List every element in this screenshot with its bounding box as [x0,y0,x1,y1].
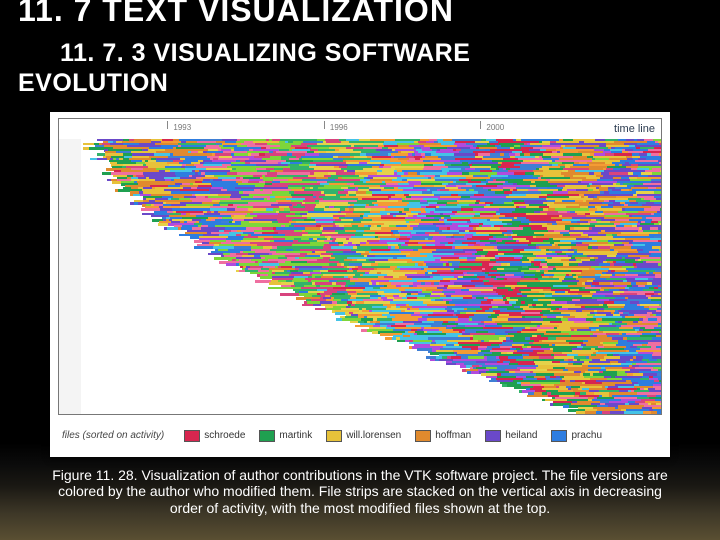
viz-frame: 1993 1996 2000 time line [58,118,662,415]
files-axis-label: files (sorted on activity) [62,430,164,441]
timeline-label: time line [614,123,655,135]
legend-item: heiland [485,430,537,442]
legend-item: martink [259,430,312,442]
legend-swatch [551,430,567,442]
tick-label: 1996 [330,123,348,132]
viz-timeline-header: 1993 1996 2000 time line [59,119,661,140]
tick-label: 1993 [173,123,191,132]
viz-plot [81,139,661,414]
figure-caption: Figure 11. 28. Visualization of author c… [40,467,680,517]
legend-label: will.lorensen [346,430,401,441]
legend-label: hoffman [435,430,471,441]
section-title: 11. 7 TEXT VISUALIZATION [18,0,702,28]
legend-item: schroede [184,430,245,442]
legend-item: will.lorensen [326,430,401,442]
legend-label: martink [279,430,312,441]
legend-swatch [184,430,200,442]
subsection-line1: 11. 7. 3 VISUALIZING SOFTWARE [18,39,470,67]
legend-swatch [415,430,431,442]
viz-legend: files (sorted on activity) schroede marti… [58,421,662,451]
subsection-title: 11. 7. 3 VISUALIZING SOFTWARE EVOLUTION [18,38,702,98]
legend-label: prachu [571,430,602,441]
viz-yaxis [59,139,82,414]
legend-item: prachu [551,430,602,442]
legend-label: heiland [505,430,537,441]
legend-swatch [259,430,275,442]
figure-image: 1993 1996 2000 time line files (sorted o… [50,112,670,457]
legend-swatch [485,430,501,442]
subsection-line2: EVOLUTION [18,69,168,97]
tick-label: 2000 [486,123,504,132]
legend-swatch [326,430,342,442]
legend-label: schroede [204,430,245,441]
legend-item: hoffman [415,430,471,442]
